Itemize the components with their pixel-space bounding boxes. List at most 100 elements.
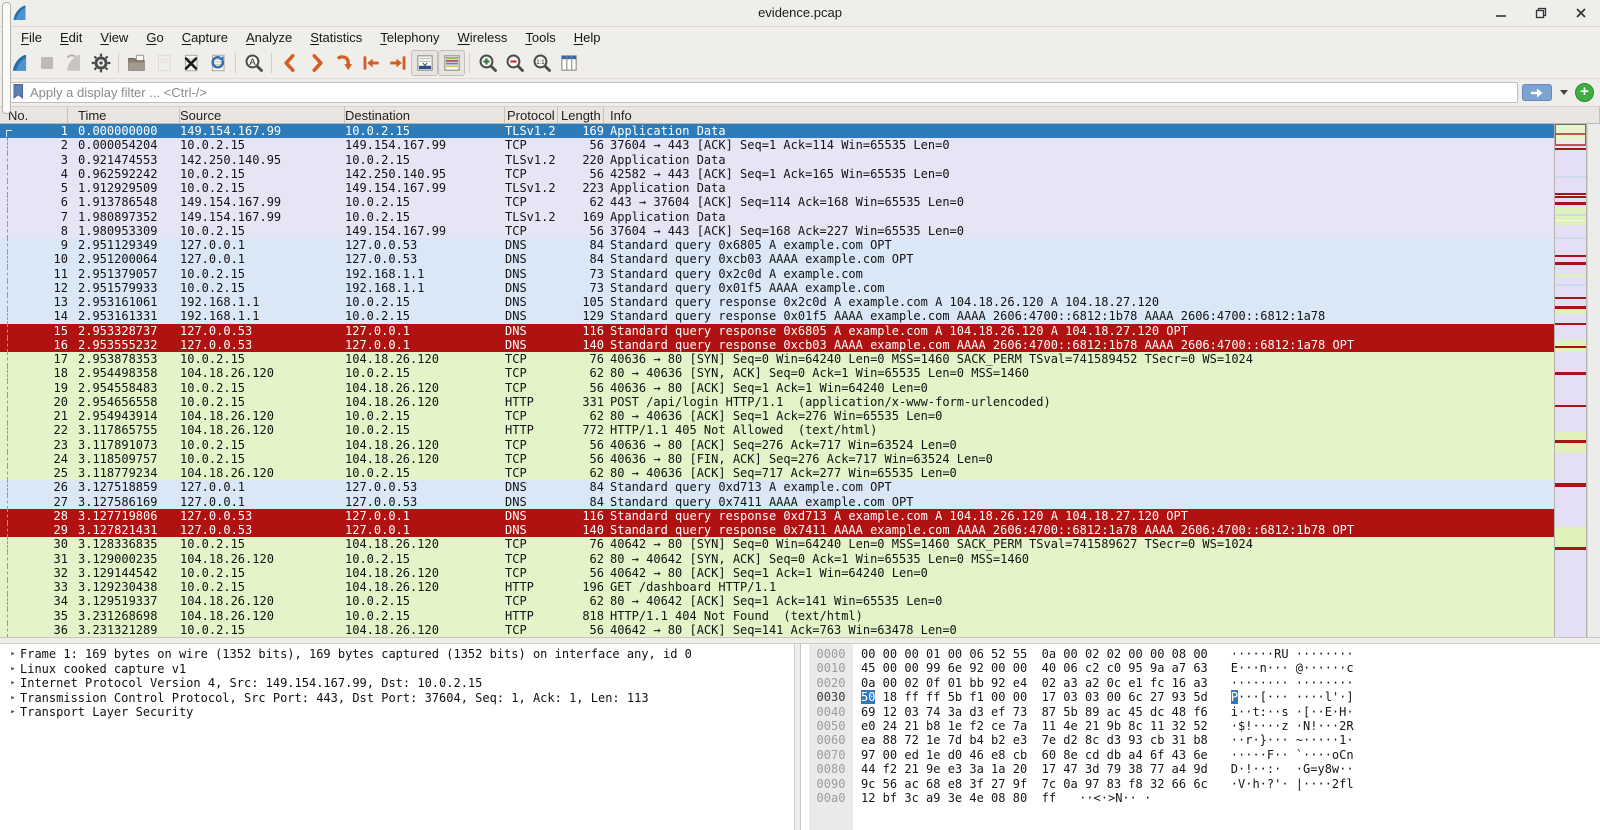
menu-view[interactable]: View	[91, 29, 137, 46]
packet-row[interactable]: 212.954943914104.18.26.12010.0.2.15TCP62…	[0, 409, 1554, 423]
filter-dropdown-caret[interactable]	[1556, 84, 1571, 101]
display-filter-box[interactable]	[6, 82, 1518, 103]
column-header-protocol[interactable]: Protocol	[505, 107, 558, 123]
packet-row[interactable]: 152.953328737127.0.0.53127.0.0.1DNS116St…	[0, 324, 1554, 338]
hex-ascii[interactable]: P···[··· ····l'·]	[1231, 690, 1354, 704]
display-filter-input[interactable]	[30, 85, 1513, 100]
hex-ascii[interactable]: ········ ········	[1231, 676, 1354, 690]
hex-row[interactable]: 003050 18 ff ff 5b f1 00 00 17 03 03 00 …	[801, 690, 1600, 704]
hex-bytes[interactable]: 45 00 00 99 6e 92 00 00 40 06 c2 c0 95 9…	[861, 661, 1208, 675]
hex-row[interactable]: 0050e0 24 21 b8 1e f2 ce 7a 11 4e 21 9b …	[801, 719, 1600, 733]
packet-row[interactable]: 223.117865755104.18.26.12010.0.2.15HTTP7…	[0, 423, 1554, 437]
menu-edit[interactable]: Edit	[51, 29, 91, 46]
zoom-out-button[interactable]	[501, 50, 528, 76]
menu-analyze[interactable]: Analyze	[237, 29, 301, 46]
minimize-button[interactable]	[1490, 2, 1512, 24]
capture-options-button[interactable]	[87, 50, 114, 76]
hex-row[interactable]: 00200a 00 02 0f 01 bb 92 e4 02 a3 a2 0c …	[801, 676, 1600, 690]
reload-file-button[interactable]	[204, 50, 231, 76]
column-header-info[interactable]: Info	[604, 107, 1600, 123]
find-packet-button[interactable]: A	[240, 50, 267, 76]
go-forward-button[interactable]	[303, 50, 330, 76]
expand-arrow-icon[interactable]: ▸	[6, 705, 20, 720]
hex-ascii[interactable]: i··t:··s ·[··E·H·	[1231, 705, 1354, 719]
menu-statistics[interactable]: Statistics	[301, 29, 371, 46]
apply-filter-button[interactable]	[1522, 84, 1552, 101]
expand-arrow-icon[interactable]: ▸	[6, 676, 20, 691]
vertical-splitter[interactable]	[794, 644, 801, 830]
detail-tree-item[interactable]: ▸Linux cooked capture v1	[6, 662, 794, 677]
go-back-button[interactable]	[276, 50, 303, 76]
hex-bytes[interactable]: 12 bf 3c a9 3e 4e 08 80 ff	[861, 791, 1056, 805]
detail-tree-item[interactable]: ▸Frame 1: 169 bytes on wire (1352 bits),…	[6, 647, 794, 662]
open-file-button[interactable]	[123, 50, 150, 76]
hex-row[interactable]: 008044 f2 21 9e e3 3a 1a 20 17 47 3d 79 …	[801, 762, 1600, 776]
column-header-time[interactable]: Time	[68, 107, 180, 123]
hex-bytes[interactable]: e0 24 21 b8 1e f2 ce 7a 11 4e 21 9b 8c 1…	[861, 719, 1208, 733]
packet-row[interactable]: 303.12833683510.0.2.15104.18.26.120TCP76…	[0, 537, 1554, 551]
expand-arrow-icon[interactable]: ▸	[6, 647, 20, 662]
packet-row[interactable]: 61.913786548149.154.167.9910.0.2.15TCP62…	[0, 195, 1554, 209]
hex-bytes[interactable]: 97 00 ed 1e d0 46 e8 cb 60 8e cd db a4 6…	[861, 748, 1208, 762]
packet-row[interactable]: 92.951129349127.0.0.1127.0.0.53DNS84Stan…	[0, 238, 1554, 252]
hex-row[interactable]: 0060ea 88 72 1e 7d b4 b2 e3 7e d2 8c d3 …	[801, 733, 1600, 747]
packet-row[interactable]: 20.00005420410.0.2.15149.154.167.99TCP56…	[0, 138, 1554, 152]
hex-bytes[interactable]: 0a 00 02 0f 01 bb 92 e4 02 a3 a2 0c e1 f…	[861, 676, 1208, 690]
hex-row[interactable]: 00909c 56 ac 68 e8 3f 27 9f 7c 0a 97 83 …	[801, 777, 1600, 791]
packet-row[interactable]: 363.23132128910.0.2.15104.18.26.120TCP56…	[0, 623, 1554, 637]
hex-row[interactable]: 004069 12 03 74 3a d3 ef 73 87 5b 89 ac …	[801, 705, 1600, 719]
hex-row[interactable]: 001045 00 00 99 6e 92 00 00 40 06 c2 c0 …	[801, 661, 1600, 675]
resize-columns-button[interactable]	[555, 50, 582, 76]
hex-ascii[interactable]: E···n··· @······c	[1231, 661, 1354, 675]
hex-bytes[interactable]: 00 00 00 01 00 06 52 55 0a 00 02 02 00 0…	[861, 647, 1208, 661]
packet-row[interactable]: 182.954498358104.18.26.12010.0.2.15TCP62…	[0, 366, 1554, 380]
packet-row[interactable]: 142.953161331192.168.1.110.0.2.15DNS129S…	[0, 309, 1554, 323]
column-header-destination[interactable]: Destination	[345, 107, 505, 123]
zoom-100-button[interactable]: 1:1	[528, 50, 555, 76]
packet-row[interactable]: 323.12914454210.0.2.15104.18.26.120TCP56…	[0, 566, 1554, 580]
hex-row[interactable]: 000000 00 00 01 00 06 52 55 0a 00 02 02 …	[801, 647, 1600, 661]
menu-capture[interactable]: Capture	[173, 29, 237, 46]
packet-row[interactable]: 313.129000235104.18.26.12010.0.2.15TCP62…	[0, 552, 1554, 566]
zoom-in-button[interactable]	[474, 50, 501, 76]
packet-list-scrollbar[interactable]	[1587, 124, 1600, 637]
auto-scroll-button[interactable]	[411, 50, 438, 76]
packet-row[interactable]: 353.231268698104.18.26.12010.0.2.15HTTP8…	[0, 609, 1554, 623]
go-last-button[interactable]	[384, 50, 411, 76]
packet-row[interactable]: 10.000000000149.154.167.9910.0.2.15TLSv1…	[0, 124, 1554, 138]
packet-row[interactable]: 102.951200064127.0.0.1127.0.0.53DNS84Sta…	[0, 252, 1554, 266]
expand-arrow-icon[interactable]: ▸	[6, 691, 20, 706]
hex-bytes[interactable]: 69 12 03 74 3a d3 ef 73 87 5b 89 ac 45 d…	[861, 705, 1208, 719]
packet-row[interactable]: 122.95157993310.0.2.15192.168.1.1DNS73St…	[0, 281, 1554, 295]
column-header-source[interactable]: Source	[180, 107, 345, 123]
hex-ascii[interactable]: ·$!····z ·N!···2R	[1231, 719, 1354, 733]
packet-row[interactable]: 273.127586169127.0.0.1127.0.0.53DNS84Sta…	[0, 495, 1554, 509]
packet-row[interactable]: 81.98095330910.0.2.15149.154.167.99TCP56…	[0, 224, 1554, 238]
menu-go[interactable]: Go	[137, 29, 172, 46]
colorize-button[interactable]	[438, 50, 465, 76]
hex-ascii[interactable]: ······RU ········	[1231, 647, 1354, 661]
hex-ascii[interactable]: ··<·>N·· ·	[1079, 791, 1151, 805]
hex-bytes[interactable]: 50 18 ff ff 5b f1 00 00 17 03 03 00 6c 2…	[861, 690, 1208, 704]
hex-bytes[interactable]: 44 f2 21 9e e3 3a 1a 20 17 47 3d 79 38 7…	[861, 762, 1208, 776]
hex-row[interactable]: 007097 00 ed 1e d0 46 e8 cb 60 8e cd db …	[801, 748, 1600, 762]
packet-row[interactable]: 233.11789107310.0.2.15104.18.26.120TCP56…	[0, 438, 1554, 452]
horizontal-splitter[interactable]	[0, 637, 1600, 644]
packet-row[interactable]: 293.127821431127.0.0.53127.0.0.1DNS140St…	[0, 523, 1554, 537]
packet-row[interactable]: 253.118779234104.18.26.12010.0.2.15TCP62…	[0, 466, 1554, 480]
maximize-button[interactable]	[1530, 2, 1552, 24]
packet-list-scrollbar-handle[interactable]	[2, 2, 11, 114]
menu-telephony[interactable]: Telephony	[371, 29, 448, 46]
packet-row[interactable]: 172.95387835310.0.2.15104.18.26.120TCP76…	[0, 352, 1554, 366]
packet-row[interactable]: 343.129519337104.18.26.12010.0.2.15TCP62…	[0, 594, 1554, 608]
packet-row[interactable]: 132.953161061192.168.1.110.0.2.15DNS105S…	[0, 295, 1554, 309]
packet-row[interactable]: 40.96259224210.0.2.15142.250.140.95TCP56…	[0, 167, 1554, 181]
column-header-length[interactable]: Length	[558, 107, 604, 123]
packet-row[interactable]: 162.953555232127.0.0.53127.0.0.1DNS140St…	[0, 338, 1554, 352]
menu-wireless[interactable]: Wireless	[449, 29, 517, 46]
packet-row[interactable]: 333.12923043810.0.2.15104.18.26.120HTTP1…	[0, 580, 1554, 594]
go-to-packet-button[interactable]	[330, 50, 357, 76]
packet-row[interactable]: 243.11850975710.0.2.15104.18.26.120TCP56…	[0, 452, 1554, 466]
packet-row[interactable]: 202.95465655810.0.2.15104.18.26.120HTTP3…	[0, 395, 1554, 409]
detail-tree-item[interactable]: ▸Transport Layer Security	[6, 705, 794, 720]
